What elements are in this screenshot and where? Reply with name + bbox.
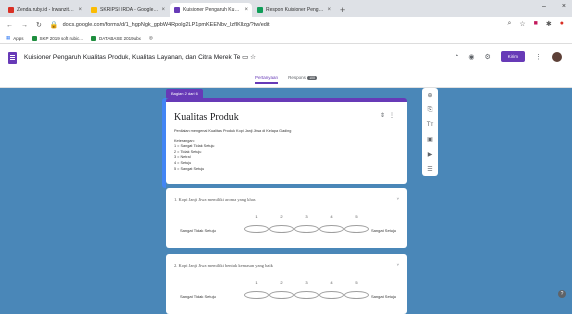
scale-high-label: Sangat Setuju <box>371 228 397 233</box>
send-button[interactable]: Kirim <box>500 51 525 62</box>
scale-high-label: Sangat Setuju <box>371 294 397 299</box>
folder-icon[interactable]: ▭ <box>242 54 248 61</box>
section-description[interactable]: Penilaian mengenai Kualitas Produk Kopi … <box>174 129 291 172</box>
browser-tab-strip: Zenda.ruby.id - Irwanzitb@gmi... × SKRIP… <box>0 0 572 17</box>
bookmark-more[interactable]: ◎ <box>149 35 153 41</box>
radio-option[interactable] <box>319 291 344 299</box>
gmail-icon <box>8 7 14 13</box>
document-title[interactable]: Kuisioner Pengaruh Kualitas Produk, Kual… <box>24 53 256 61</box>
section-title[interactable]: Kualitas Produk <box>174 112 239 123</box>
form-tabs: Pertanyaan Respons 100 <box>0 75 572 84</box>
globe-icon: ◎ <box>148 35 153 40</box>
extension-icon[interactable]: ● <box>560 20 564 28</box>
zoom-icon[interactable]: ⌕ <box>507 20 511 28</box>
question-text[interactable]: 2. Kopi Janji Jiwa memiliki bentuk kemas… <box>174 263 273 268</box>
radio-option[interactable] <box>294 291 319 299</box>
question-card[interactable]: 1. Kopi Janji Jiwa memiliki aroma yang k… <box>166 188 407 248</box>
address-bar: ← → ↻ 🔒 docs.google.com/forms/d/1_hgpNgk… <box>0 17 572 33</box>
scale-low-label: Sangat Tidak Setuju <box>180 228 216 233</box>
bookmarks-bar: ▦ Apps SKP 2019 soft rubic... DATABASE 20… <box>0 33 572 44</box>
more-vert-icon[interactable]: ⋮ <box>535 53 542 61</box>
avatar[interactable] <box>552 51 562 62</box>
close-tab-icon[interactable]: × <box>78 7 82 13</box>
add-video-icon[interactable]: ▶ <box>428 151 433 158</box>
scale-low-label: Sangat Tidak Setuju <box>180 294 216 299</box>
close-window-button[interactable]: × <box>562 3 566 10</box>
bookmark-star-icon[interactable]: ☆ <box>519 20 525 28</box>
bookmark-apps[interactable]: ▦ Apps <box>6 35 24 41</box>
close-tab-icon[interactable]: × <box>244 7 248 13</box>
radio-option[interactable] <box>269 291 294 299</box>
add-section-icon[interactable]: ☰ <box>427 166 432 173</box>
preview-eye-icon[interactable]: ◉ <box>468 53 474 61</box>
browser-tab-sheets[interactable]: Respon Kuisioner Pengaruh Kual... × <box>253 3 335 17</box>
import-questions-icon[interactable]: ⎘ <box>428 107 433 114</box>
radio-option[interactable] <box>344 291 369 299</box>
forward-icon[interactable]: → <box>21 22 28 29</box>
url-field[interactable]: docs.google.com/forms/d/1_hgpNgk_gpbW4Rp… <box>63 22 270 28</box>
drag-handle-icon[interactable]: ˅ <box>397 262 399 267</box>
section-menu-icon[interactable]: ⇕⋮ <box>380 112 399 119</box>
question-card[interactable]: 2. Kopi Janji Jiwa memiliki bentuk kemas… <box>166 254 407 314</box>
sheets-icon <box>31 35 37 41</box>
bookmark-database[interactable]: DATABASE 2019ubx <box>90 35 141 41</box>
radio-option[interactable] <box>269 225 294 233</box>
tab-questions[interactable]: Pertanyaan <box>255 75 279 84</box>
radio-option[interactable] <box>294 225 319 233</box>
forms-icon <box>174 7 180 13</box>
extension-icon[interactable]: ✱ <box>546 20 552 28</box>
radio-option[interactable] <box>319 225 344 233</box>
browser-tab-drive[interactable]: SKRIPSI IRDA - Google Drive × <box>87 3 169 17</box>
add-title-icon[interactable]: Tт <box>427 122 433 128</box>
tab-responses[interactable]: Respons 100 <box>288 75 317 84</box>
radio-option[interactable] <box>244 225 269 233</box>
reload-icon[interactable]: ↻ <box>36 21 42 29</box>
floating-toolbar: ⊕ ⎘ Tт ▣ ▶ ☰ <box>422 88 438 176</box>
radio-option[interactable] <box>244 291 269 299</box>
close-tab-icon[interactable]: × <box>327 7 331 13</box>
back-icon[interactable]: ← <box>6 22 13 29</box>
add-image-icon[interactable]: ▣ <box>427 136 433 143</box>
lock-icon: 🔒 <box>49 22 59 29</box>
minimize-button[interactable]: – <box>542 3 546 10</box>
form-canvas: Bagian 2 dari 6 Kualitas Produk ⇕⋮ Penil… <box>0 88 572 314</box>
star-icon[interactable]: ☆ <box>250 54 256 61</box>
question-text[interactable]: 1. Kopi Janji Jiwa memiliki aroma yang k… <box>174 197 256 202</box>
browser-tab-gmail[interactable]: Zenda.ruby.id - Irwanzitb@gmi... × <box>4 3 86 17</box>
palette-icon[interactable]: ◔ <box>454 53 458 60</box>
help-icon[interactable]: ? <box>558 290 566 298</box>
sheets-icon <box>90 35 96 41</box>
drag-handle-icon[interactable]: ˅ <box>397 196 399 201</box>
settings-gear-icon[interactable]: ⚙ <box>484 53 490 61</box>
section-tag: Bagian 2 dari 6 <box>166 89 203 98</box>
browser-tab-forms[interactable]: Kuisioner Pengaruh Kualitas Prod... × <box>170 3 252 17</box>
responses-count-badge: 100 <box>307 76 317 80</box>
apps-icon: ▦ <box>6 35 11 40</box>
extension-icon[interactable]: ■ <box>534 20 538 28</box>
close-tab-icon[interactable]: × <box>161 7 165 13</box>
active-card-indicator <box>162 98 166 188</box>
radio-option[interactable] <box>344 225 369 233</box>
forms-logo-icon[interactable] <box>8 52 17 64</box>
drive-icon <box>91 7 97 13</box>
sheets-icon <box>257 7 263 13</box>
section-header-card[interactable]: Kualitas Produk ⇕⋮ Penilaian mengenai Ku… <box>162 98 407 188</box>
forms-header: Kuisioner Pengaruh Kualitas Produk, Kual… <box>0 44 572 88</box>
bookmark-skp[interactable]: SKP 2019 soft rubic... <box>31 35 83 41</box>
new-tab-button[interactable]: + <box>340 3 345 17</box>
add-question-icon[interactable]: ⊕ <box>427 92 432 99</box>
